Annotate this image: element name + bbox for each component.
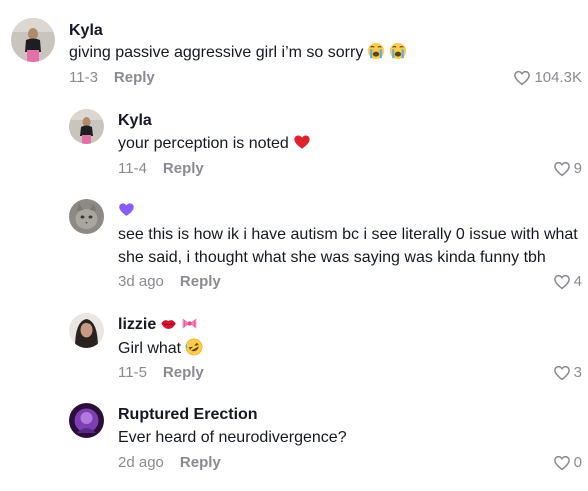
- comment-username[interactable]: Kyla: [118, 111, 152, 131]
- comment-date: 11-4: [118, 160, 147, 177]
- comment-text-content: your perception is noted: [118, 135, 289, 152]
- avatar[interactable]: [11, 18, 55, 62]
- avatar[interactable]: [69, 403, 104, 438]
- comment-date: 3d ago: [118, 273, 164, 290]
- comment-text: Ever heard of neurodivergence?: [118, 429, 347, 446]
- comment-date: 11-3: [69, 69, 98, 86]
- reply-button[interactable]: Reply: [180, 273, 221, 290]
- comment-text: giving passive aggressive girl i’m so so…: [69, 41, 549, 64]
- reply-button[interactable]: Reply: [180, 454, 221, 471]
- comment-date: 2d ago: [118, 454, 164, 471]
- comment-text-content: Girl what: [118, 340, 182, 357]
- heart-outline-icon: [553, 273, 571, 291]
- red-heart-icon: [293, 133, 311, 151]
- like-button[interactable]: 4: [553, 272, 582, 292]
- rolling-laughing-face-icon: [185, 338, 203, 356]
- comment-username[interactable]: lizzie: [118, 315, 198, 335]
- lips-icon: [160, 315, 177, 332]
- comment-text: Girl what: [118, 337, 548, 360]
- comment-text-content: giving passive aggressive girl i’m so so…: [69, 44, 364, 61]
- heart-outline-icon: [513, 69, 531, 87]
- like-button[interactable]: 3: [553, 363, 582, 383]
- like-button[interactable]: 0: [553, 453, 582, 473]
- reply-button[interactable]: Reply: [163, 364, 204, 381]
- comment-text: your perception is noted: [118, 132, 548, 155]
- comment-meta: 2d ago Reply: [118, 453, 221, 473]
- comment-meta: 11-3 Reply: [69, 68, 155, 88]
- heart-outline-icon: [553, 160, 571, 178]
- reply-button[interactable]: Reply: [163, 160, 204, 177]
- comment-username[interactable]: Kyla: [69, 21, 103, 41]
- username-text: lizzie: [118, 316, 157, 333]
- like-count: 104.3K: [534, 69, 582, 86]
- avatar[interactable]: [69, 109, 104, 144]
- comment-meta: 3d ago Reply: [118, 272, 221, 292]
- like-button[interactable]: 9: [553, 159, 582, 179]
- avatar[interactable]: [69, 199, 104, 234]
- like-count: 3: [573, 364, 582, 381]
- like-count: 9: [573, 160, 582, 177]
- comment-meta: 11-5 Reply: [118, 363, 204, 383]
- loudly-crying-face-icon: [389, 42, 407, 60]
- purple-heart-icon: [118, 201, 135, 218]
- comment-username[interactable]: Ruptured Erection: [118, 405, 258, 425]
- comment-meta: 11-4 Reply: [118, 159, 204, 179]
- ribbon-bow-icon: [181, 315, 198, 332]
- comment-text: see this is how ik i have autism bc i se…: [118, 226, 578, 266]
- loudly-crying-face-icon: [367, 42, 385, 60]
- like-count: 4: [573, 273, 582, 290]
- heart-outline-icon: [553, 364, 571, 382]
- like-button[interactable]: 104.3K: [513, 68, 582, 88]
- comment-date: 11-5: [118, 364, 147, 381]
- heart-outline-icon: [553, 454, 571, 472]
- like-count: 0: [573, 454, 582, 471]
- reply-button[interactable]: Reply: [114, 69, 155, 86]
- avatar[interactable]: [69, 313, 104, 348]
